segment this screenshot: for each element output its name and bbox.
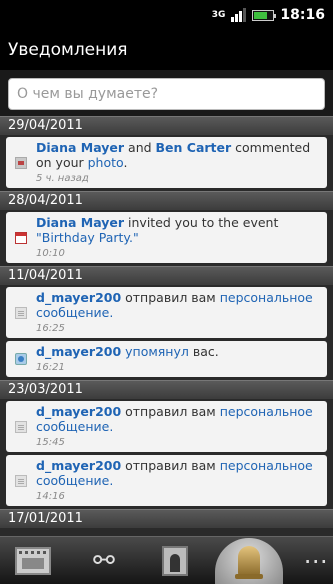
timestamp: 15:45 (36, 437, 65, 448)
news-feed-tab[interactable] (8, 537, 58, 584)
user-name-link[interactable]: Ben Carter (156, 140, 232, 155)
photo-icon (15, 156, 27, 169)
film-icon (15, 547, 51, 575)
notification-item[interactable]: Diana Mayer and Ben Carter commented on … (6, 137, 327, 188)
notification-item[interactable]: d_mayer200 отправил вам персональное соо… (6, 287, 327, 338)
more-tab[interactable]: ⋯ (298, 537, 333, 584)
battery-icon (252, 9, 277, 21)
calendar-icon (15, 231, 27, 244)
notifications-tab[interactable] (215, 537, 283, 584)
content-link[interactable]: "Birthday Party." (36, 230, 139, 245)
page-title: Уведомления (0, 30, 333, 70)
date-header: 28/04/2011 (0, 191, 333, 210)
message-icon (15, 306, 27, 319)
status-bar: 3G 18:16 (0, 0, 333, 30)
text-fragment: . (123, 155, 128, 170)
links-tab[interactable]: ⚯ (76, 537, 132, 584)
timestamp: 16:21 (36, 362, 65, 373)
content-link[interactable]: photo (88, 155, 124, 170)
user-name-link[interactable]: d_mayer200 (36, 344, 121, 359)
chain-link-icon: ⚯ (93, 546, 115, 576)
text-fragment: отправил вам (121, 404, 220, 419)
text-fragment: and (124, 140, 156, 155)
contact-card-icon (162, 546, 188, 576)
notification-item[interactable]: d_mayer200 отправил вам персональное соо… (6, 455, 327, 506)
text-fragment: отправил вам (121, 458, 220, 473)
user-name-link[interactable]: d_mayer200 (36, 404, 121, 419)
more-icon: ⋯ (303, 547, 328, 575)
contacts-tab[interactable] (150, 537, 200, 584)
text-fragment: invited you to the event (124, 215, 279, 230)
notification-item[interactable]: d_mayer200 отправил вам персональное соо… (6, 401, 327, 452)
text-fragment: вас. (188, 344, 219, 359)
signal-icon (231, 8, 247, 22)
timestamp: 16:25 (36, 323, 65, 334)
date-header: 17/01/2011 (0, 509, 333, 528)
status-input[interactable] (8, 78, 325, 110)
timestamp: 14:16 (36, 491, 65, 502)
notification-feed[interactable]: 29/04/2011 Diana Mayer and Ben Carter com… (0, 116, 333, 536)
message-icon (15, 474, 27, 487)
date-header: 11/04/2011 (0, 266, 333, 285)
notification-item[interactable]: d_mayer200 упомянул вас. 16:21 (6, 341, 327, 377)
date-header: 23/03/2011 (0, 380, 333, 399)
date-header: 29/04/2011 (0, 116, 333, 135)
network-type: 3G (211, 9, 226, 20)
bell-icon (235, 546, 263, 579)
timestamp: 5 ч. назад (36, 173, 89, 184)
clock: 18:16 (280, 7, 325, 23)
text-fragment: отправил вам (121, 290, 220, 305)
globe-icon (15, 353, 27, 365)
content-link[interactable]: упомянул (125, 344, 189, 359)
user-name-link[interactable]: d_mayer200 (36, 458, 121, 473)
status-composer (0, 70, 333, 118)
message-icon (15, 420, 27, 433)
user-name-link[interactable]: d_mayer200 (36, 290, 121, 305)
timestamp: 10:10 (36, 248, 65, 259)
bottom-tab-bar: ⚯ ⋯ (0, 536, 333, 584)
user-name-link[interactable]: Diana Mayer (36, 215, 124, 230)
user-name-link[interactable]: Diana Mayer (36, 140, 124, 155)
notification-item[interactable]: Diana Mayer invited you to the event "Bi… (6, 212, 327, 263)
